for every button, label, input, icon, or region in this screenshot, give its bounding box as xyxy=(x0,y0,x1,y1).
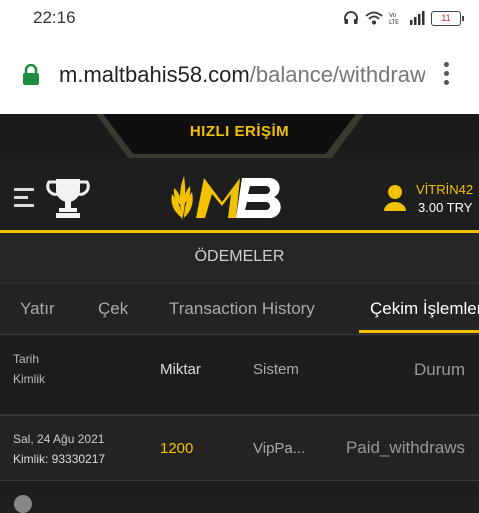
next-row-partial xyxy=(0,481,479,513)
browser-url-bar: m.maltbahis58.com/balance/withdraws xyxy=(0,36,479,115)
battery-level: 11 xyxy=(441,12,451,23)
column-id: Kimlik xyxy=(13,372,45,386)
tab-deposit[interactable]: Yatır xyxy=(20,299,55,319)
row-system: VipPa... xyxy=(253,440,306,457)
username[interactable]: VİTRİN42 xyxy=(416,182,473,197)
quick-access-bar: HIZLI ERİŞİM xyxy=(0,114,479,158)
url-host: m.maltbahis58.com xyxy=(59,62,250,87)
tab-withdraw-transactions[interactable]: Çekim İşlemleri xyxy=(370,299,479,319)
svg-text:LTE: LTE xyxy=(389,19,399,25)
more-menu-icon[interactable] xyxy=(440,62,452,88)
tab-transaction-history[interactable]: Transaction History xyxy=(169,299,315,319)
column-date: Tarih xyxy=(13,352,40,366)
status-time: 22:16 xyxy=(33,8,76,27)
column-amount: Miktar xyxy=(160,361,201,378)
trophy-icon[interactable] xyxy=(46,176,90,220)
volte-icon: VoLTE xyxy=(389,12,399,25)
row-status: Paid_withdraws xyxy=(345,438,465,457)
status-icons: Vo LTE 11 xyxy=(343,8,464,28)
lock-icon xyxy=(23,64,39,85)
circle-icon xyxy=(14,495,32,513)
column-system: Sistem xyxy=(253,361,299,378)
row-amount: 1200 xyxy=(160,440,194,457)
brand-logo[interactable] xyxy=(170,170,294,222)
status-bar: 22:16 Vo LTE 11 xyxy=(0,0,479,36)
site-header: VİTRİN42 3.00 TRY xyxy=(0,158,479,233)
headphones-icon xyxy=(344,11,358,24)
table-row[interactable]: Sal, 24 Ağu 2021 Kimlik: 93330217 1200 V… xyxy=(0,416,479,481)
quick-access-label[interactable]: HIZLI ERİŞİM xyxy=(0,123,479,140)
table-header: Tarih Kimlik Miktar Sistem Durum xyxy=(0,336,479,416)
signal-icon xyxy=(410,11,425,25)
row-date: Sal, 24 Ağu 2021 xyxy=(13,432,105,446)
balance-amount: 3.00 TRY xyxy=(418,200,473,215)
user-icon[interactable] xyxy=(384,184,406,212)
row-id: Kimlik: 93330217 xyxy=(13,452,106,466)
battery-icon: 11 xyxy=(431,10,464,26)
active-tab-indicator xyxy=(359,330,479,333)
column-status: Durum xyxy=(413,360,465,379)
wifi-icon xyxy=(365,11,383,25)
section-title: ÖDEMELER xyxy=(0,233,479,284)
tab-withdraw[interactable]: Çek xyxy=(98,299,128,319)
url-field[interactable]: m.maltbahis58.com/balance/withdraws xyxy=(59,62,425,88)
hamburger-menu-icon[interactable] xyxy=(14,188,34,212)
payment-tabs: Yatır Çek Transaction History Çekim İşle… xyxy=(0,284,479,335)
svg-text:Vo: Vo xyxy=(389,12,397,19)
url-path: /balance/withdraws xyxy=(249,62,425,87)
